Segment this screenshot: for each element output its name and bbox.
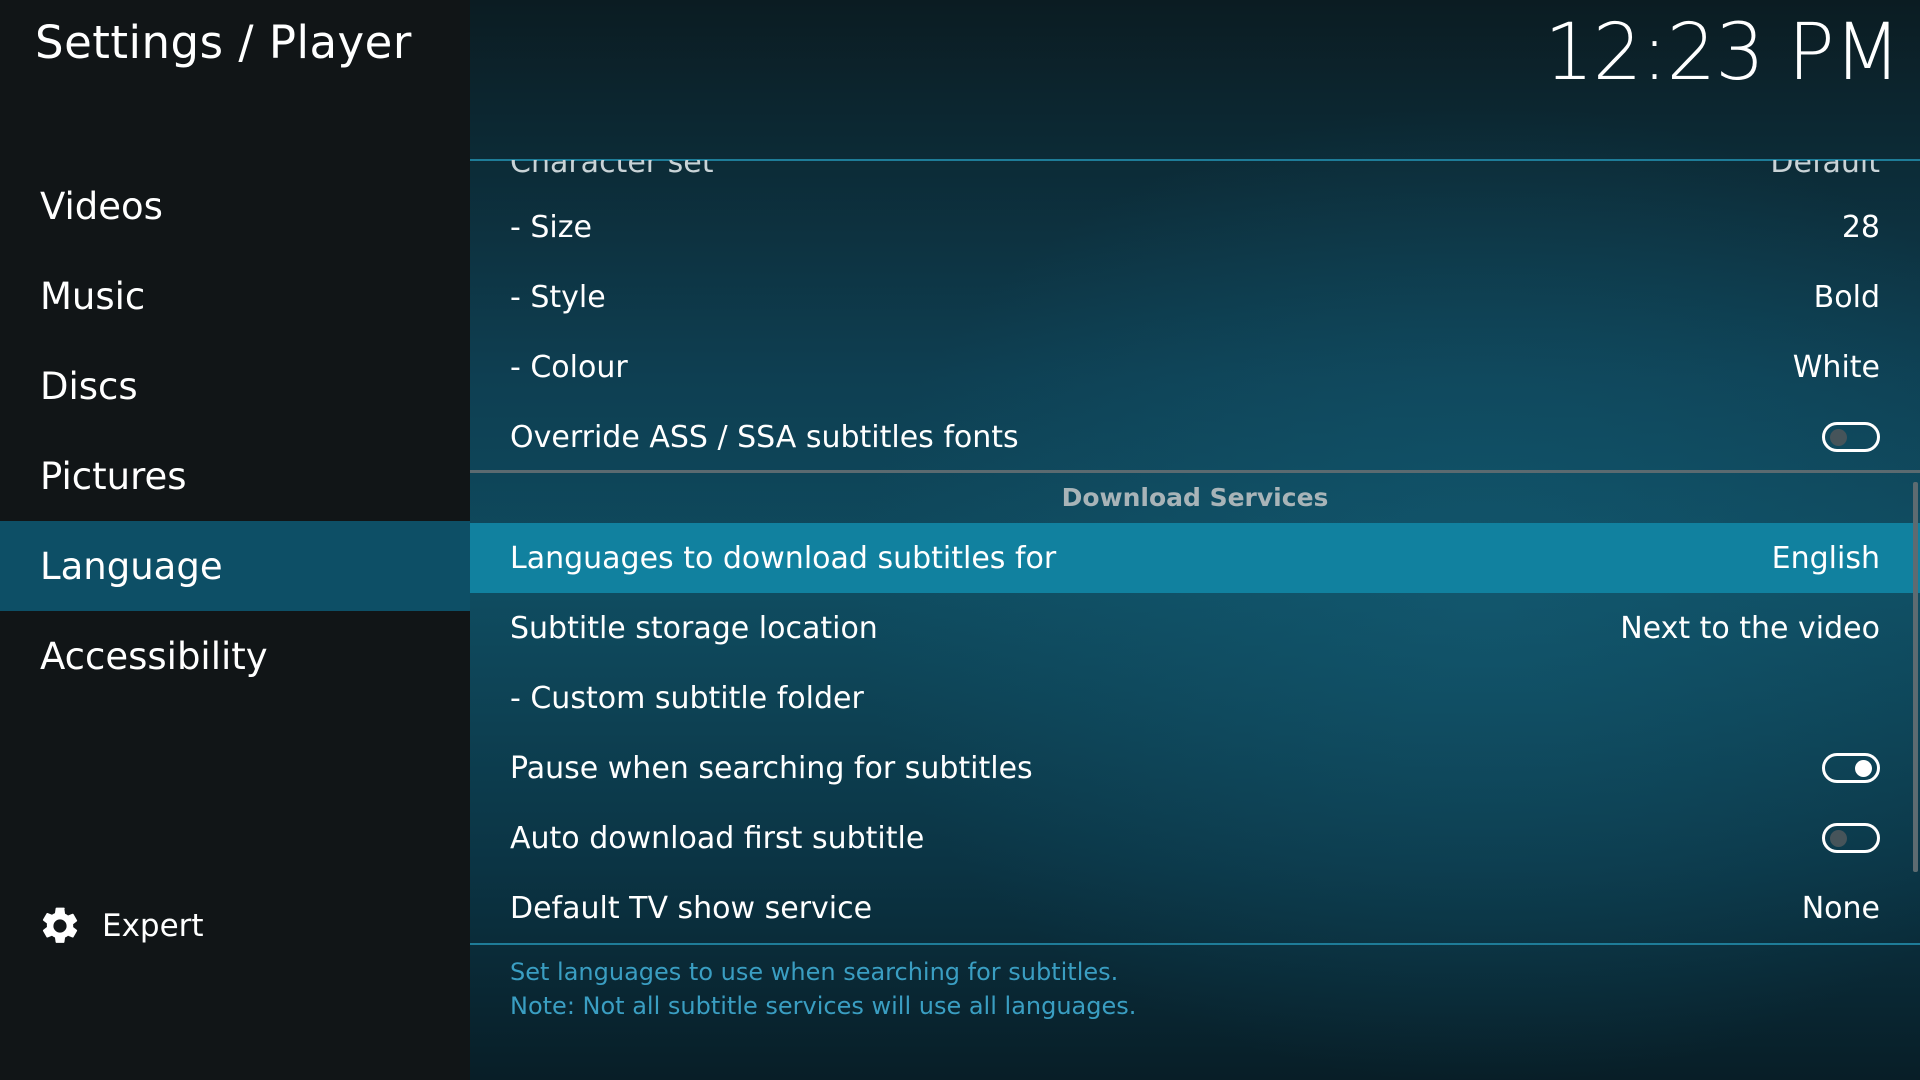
setting-row-style[interactable]: - Style Bold xyxy=(470,262,1920,332)
help-line-1: Set languages to use when searching for … xyxy=(510,958,1119,986)
sidebar-item-label: Discs xyxy=(40,364,138,408)
setting-value: White xyxy=(1792,349,1880,385)
setting-value: Next to the video xyxy=(1620,610,1880,646)
sidebar-item-label: Accessibility xyxy=(40,634,268,678)
scrollbar[interactable] xyxy=(1913,482,1918,872)
gear-icon xyxy=(42,907,78,943)
section-header: Download Services xyxy=(470,470,1920,522)
sidebar-item-label: Pictures xyxy=(40,454,187,498)
setting-label: Languages to download subtitles for xyxy=(510,540,1057,576)
list-bottom-divider xyxy=(470,943,1920,945)
sidebar-item-label: Language xyxy=(40,544,223,588)
setting-row-subtitle-storage-location[interactable]: Subtitle storage location Next to the vi… xyxy=(470,593,1920,663)
toggle-knob xyxy=(1830,830,1847,847)
setting-label: - Colour xyxy=(510,349,628,385)
toggle-knob xyxy=(1855,760,1872,777)
help-line-2: Note: Not all subtitle services will use… xyxy=(510,992,1137,1020)
settings-list: Character set Default - Size 28 - Style … xyxy=(470,160,1920,945)
sidebar-item-label: Videos xyxy=(40,184,163,228)
setting-row-custom-subtitle-folder[interactable]: - Custom subtitle folder xyxy=(470,663,1920,733)
sidebar-item-label: Music xyxy=(40,274,146,318)
setting-row-languages-to-download[interactable]: Languages to download subtitles for Engl… xyxy=(470,523,1920,593)
page-title: Settings / Player xyxy=(35,16,412,69)
setting-label: Default TV show service xyxy=(510,890,873,926)
setting-value: Default xyxy=(1770,160,1880,180)
setting-row-override-ass-ssa-fonts[interactable]: Override ASS / SSA subtitles fonts xyxy=(470,402,1920,472)
setting-label: - Custom subtitle folder xyxy=(510,680,864,716)
setting-row-auto-download-first-subtitle[interactable]: Auto download first subtitle xyxy=(470,803,1920,873)
clock: 12:23 PM xyxy=(1544,8,1901,98)
setting-row-character-set[interactable]: Character set Default xyxy=(470,160,1920,182)
setting-label: Pause when searching for subtitles xyxy=(510,750,1033,786)
sidebar-item-music[interactable]: Music xyxy=(0,251,470,341)
setting-value: 28 xyxy=(1841,209,1880,245)
setting-row-pause-when-searching[interactable]: Pause when searching for subtitles xyxy=(470,733,1920,803)
toggle-switch-on[interactable] xyxy=(1822,753,1880,783)
setting-label: Subtitle storage location xyxy=(510,610,878,646)
setting-value: English xyxy=(1771,540,1880,576)
setting-label: - Style xyxy=(510,279,606,315)
setting-label: - Size xyxy=(510,209,592,245)
section-title: Download Services xyxy=(1061,483,1329,512)
sidebar-item-pictures[interactable]: Pictures xyxy=(0,431,470,521)
sidebar-item-language[interactable]: Language xyxy=(0,521,470,611)
sidebar-item-discs[interactable]: Discs xyxy=(0,341,470,431)
setting-row-size[interactable]: - Size 28 xyxy=(470,192,1920,262)
expert-label: Expert xyxy=(102,908,204,944)
setting-value: None xyxy=(1801,890,1880,926)
setting-row-colour[interactable]: - Colour White xyxy=(470,332,1920,402)
sidebar-item-accessibility[interactable]: Accessibility xyxy=(0,611,470,701)
setting-row-default-tv-show-service[interactable]: Default TV show service None xyxy=(470,873,1920,943)
sidebar: Settings / Player Videos Music Discs Pic… xyxy=(0,0,470,1080)
help-text: Set languages to use when searching for … xyxy=(510,955,1810,1023)
setting-label: Auto download first subtitle xyxy=(510,820,925,856)
setting-label: Character set xyxy=(510,160,714,180)
setting-value: Bold xyxy=(1813,279,1880,315)
sidebar-item-videos[interactable]: Videos xyxy=(0,161,470,251)
setting-label: Override ASS / SSA subtitles fonts xyxy=(510,419,1019,455)
toggle-knob xyxy=(1830,429,1847,446)
toggle-switch-off[interactable] xyxy=(1822,422,1880,452)
expert-button[interactable]: Expert xyxy=(38,900,204,952)
toggle-switch-off[interactable] xyxy=(1822,823,1880,853)
